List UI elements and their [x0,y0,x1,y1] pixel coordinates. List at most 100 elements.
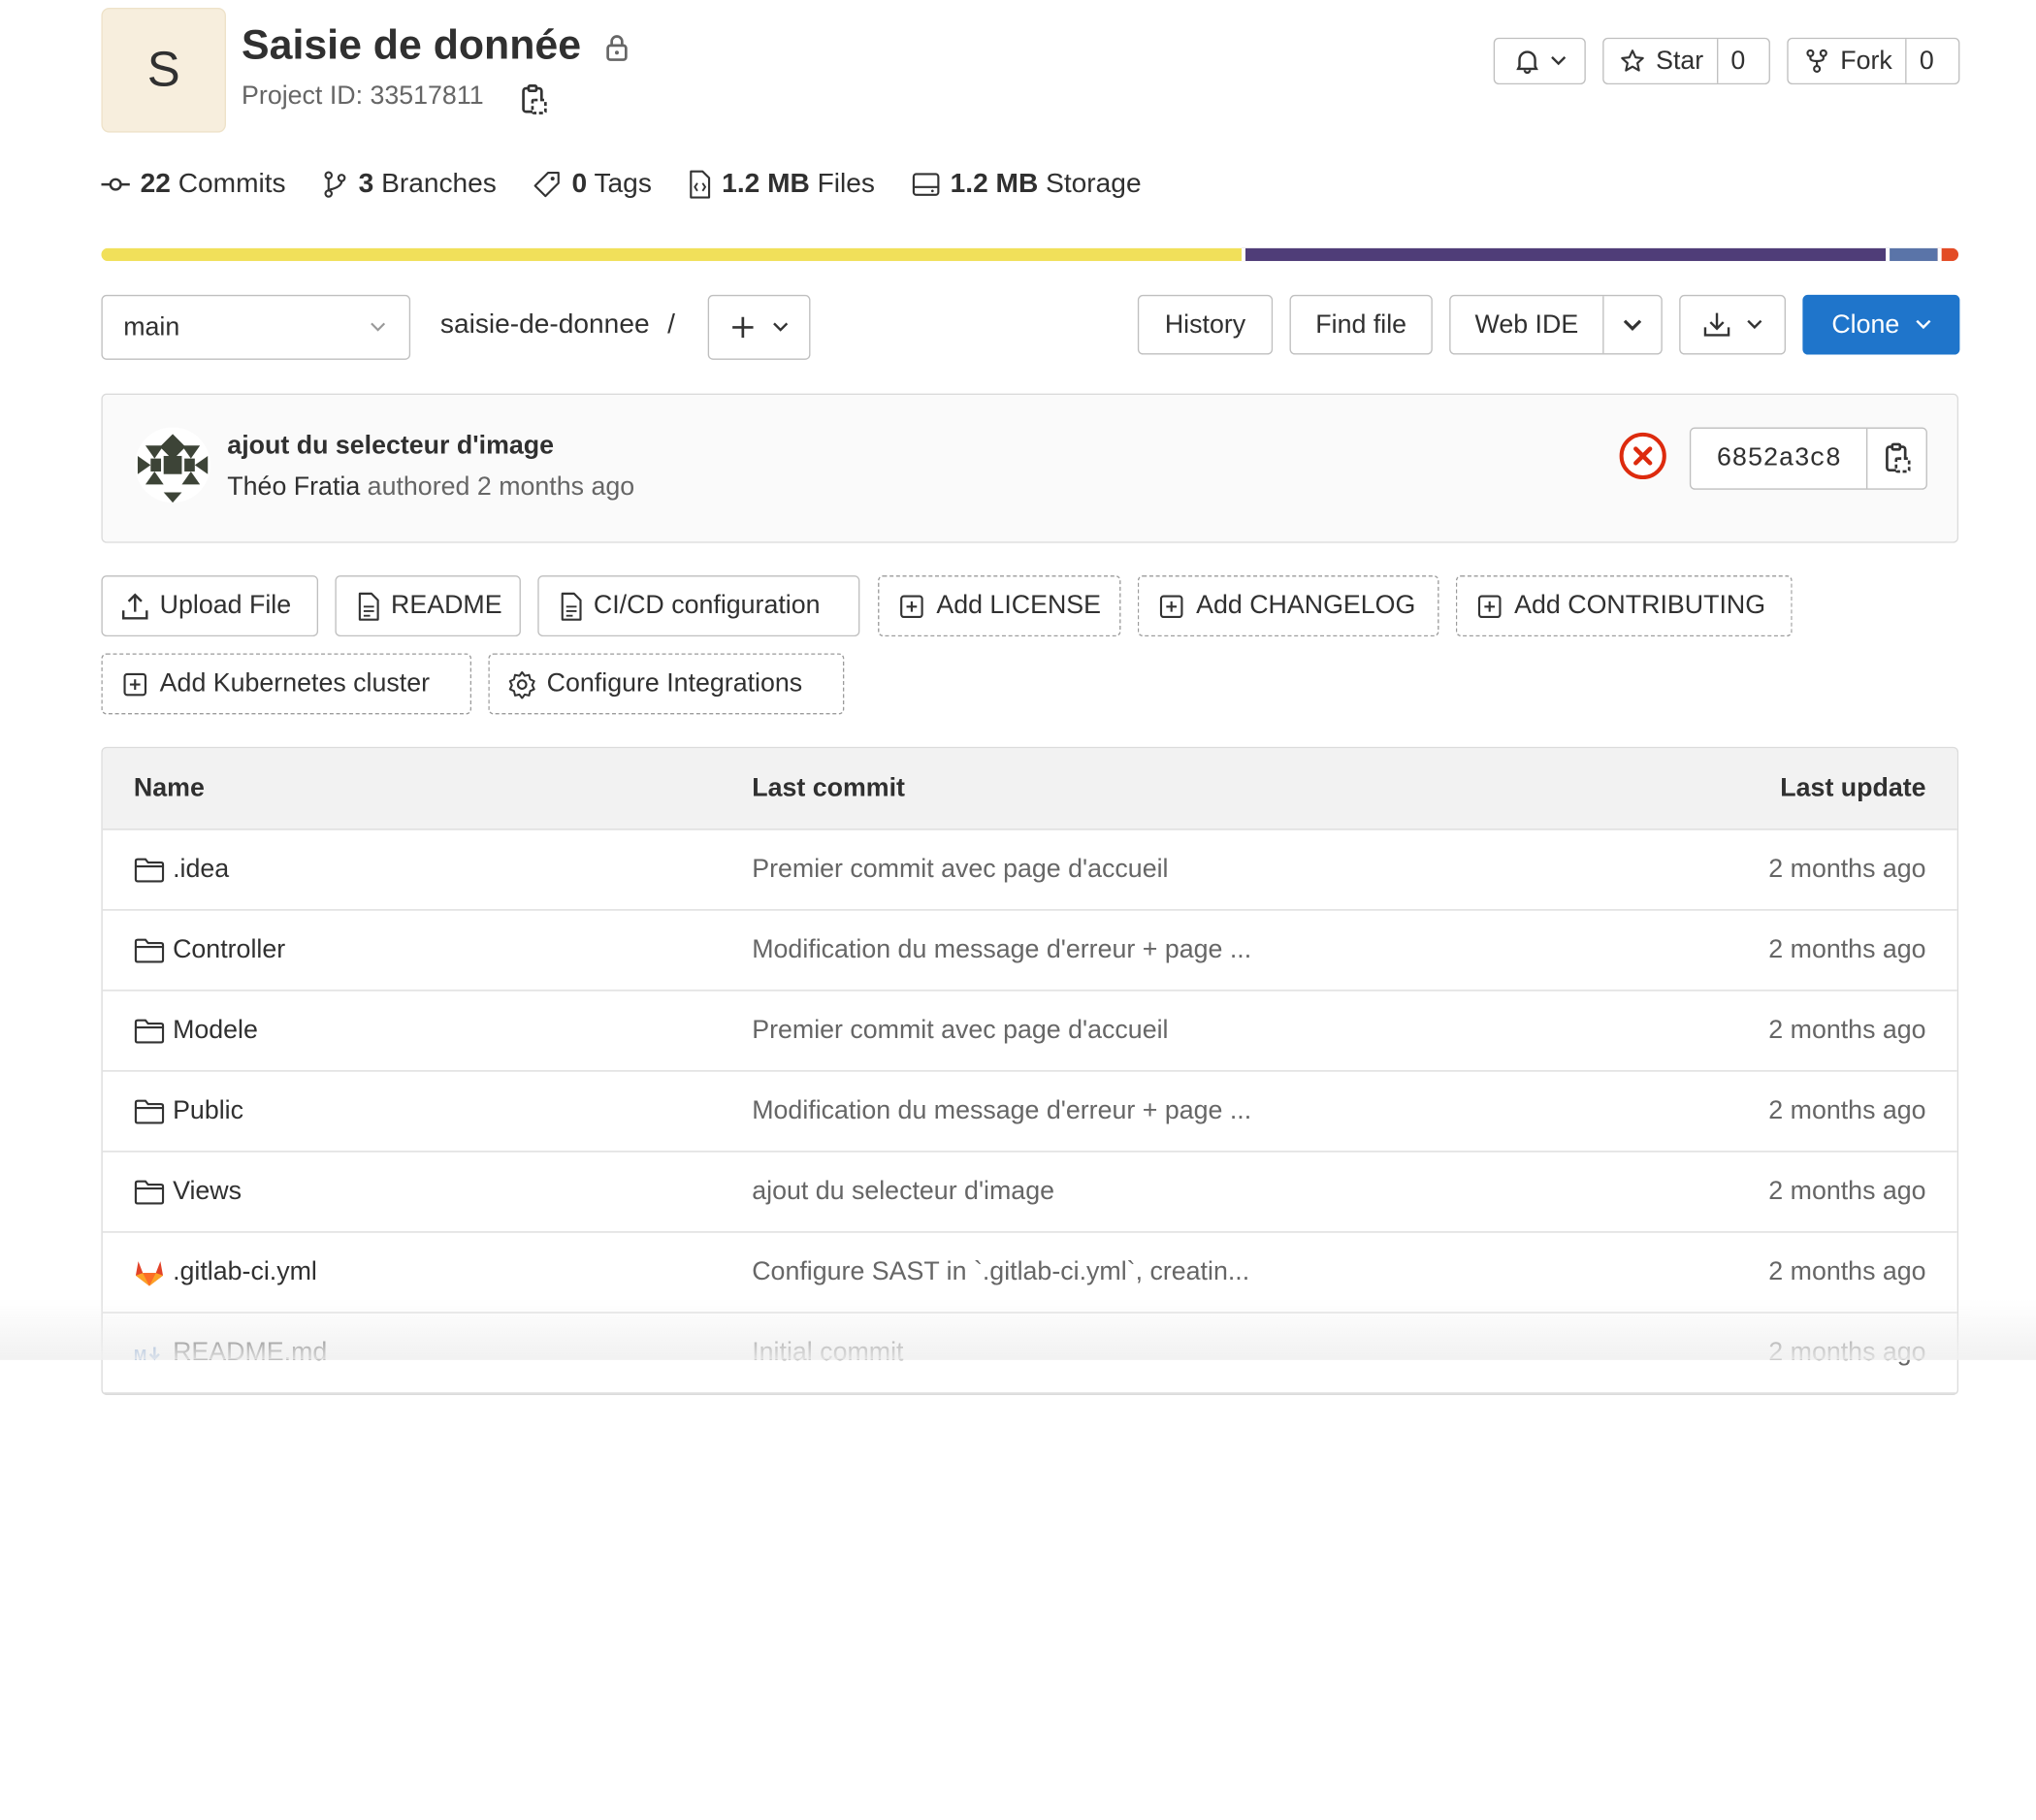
table-row[interactable]: Modele Premier commit avec page d'accueil… [102,991,1957,1072]
last-update-time: 2 months ago [1768,935,1926,964]
table-row[interactable]: Views ajout du selecteur d'image 2 months … [102,1153,1957,1233]
chevron-down-icon [772,322,788,333]
add-to-tree-dropdown[interactable] [707,294,811,360]
configure-integrations-button[interactable]: Configure Integrations [488,653,845,715]
breadcrumb-repo-link[interactable]: saisie-de-donnee [440,309,650,340]
last-commit-link[interactable]: Modification du message d'erreur + page … [752,911,1251,991]
file-name-cell[interactable]: Modele [134,991,258,1071]
project-stats: 22 Commits 3 Branches 0 Tags 1.2 MB File… [101,169,1142,200]
folder-icon [134,1018,165,1044]
add-changelog-button[interactable]: Add CHANGELOG [1137,575,1439,637]
last-commit-link[interactable]: Premier commit avec page d'accueil [752,830,1168,910]
star-button[interactable]: Star 0 [1602,37,1770,85]
commit-sha-group: 6852a3c8 [1689,427,1927,490]
file-name-cell[interactable]: .idea [134,830,229,910]
file-name-cell[interactable]: Controller [134,911,285,991]
gitlab-icon [134,1258,165,1286]
web-ide-button[interactable]: Web IDE [1451,296,1603,353]
last-update-time: 2 months ago [1768,854,1926,884]
clone-dropdown[interactable]: Clone [1802,294,1960,355]
branches-link[interactable]: 3 Branches [322,169,497,200]
language-segment[interactable] [1886,247,1938,262]
star-count[interactable]: 0 [1716,39,1759,83]
storage-link[interactable]: 1.2 MB Storage [911,169,1142,200]
file-name-link[interactable]: .idea [173,855,229,885]
find-file-button[interactable]: Find file [1289,294,1433,355]
last-commit-link[interactable]: ajout du selecteur d'image [752,1153,1054,1232]
project-avatar: S [101,8,226,133]
last-update-time: 2 months ago [1768,1177,1926,1206]
tags-link[interactable]: 0 Tags [533,169,652,200]
add-kubernetes-cluster-button[interactable]: Add Kubernetes cluster [101,653,472,715]
author-avatar[interactable] [135,427,210,504]
file-name-link[interactable]: .gitlab-ci.yml [173,1257,317,1287]
file-code-icon [688,170,711,199]
add-contributing-button[interactable]: Add CONTRIBUTING [1455,575,1793,637]
commit-icon [101,176,130,194]
folder-icon [134,1098,165,1124]
chevron-down-icon [1550,56,1566,67]
fork-icon [1804,49,1830,75]
language-segment[interactable] [101,247,1243,262]
file-name-link[interactable]: Views [173,1177,242,1207]
file-name-link[interactable]: Controller [173,935,285,965]
table-header: Name Last commit Last update [102,748,1957,830]
folder-icon [134,857,165,883]
commit-sha-link[interactable]: 6852a3c8 [1691,429,1866,489]
notification-dropdown[interactable] [1493,37,1586,85]
upload-file-button[interactable]: Upload File [101,575,319,637]
fork-count[interactable]: 0 [1905,39,1947,83]
file-name-cell[interactable]: Views [134,1153,242,1232]
project-id: Project ID: 33517811 [242,81,484,111]
cicd-configuration-button[interactable]: CI/CD configuration [537,575,860,637]
copy-project-id-icon[interactable] [520,83,548,117]
files-link[interactable]: 1.2 MB Files [688,169,875,200]
plus-icon [730,315,754,339]
commit-author-link[interactable]: Théo Fratia [227,472,360,501]
bell-icon [1513,49,1539,75]
fork-button[interactable]: Fork 0 [1787,37,1960,85]
plus-square-icon [900,594,923,618]
file-name-link[interactable]: Modele [173,1016,258,1046]
table-row[interactable]: Controller Modification du message d'erre… [102,911,1957,991]
chevron-down-icon [1915,319,1930,330]
add-license-button[interactable]: Add LICENSE [878,575,1121,637]
history-button[interactable]: History [1137,294,1274,355]
language-segment[interactable] [1242,247,1887,262]
last-commit-link[interactable]: Premier commit avec page d'accueil [752,991,1168,1071]
last-update-time: 2 months ago [1768,1096,1926,1125]
web-ide-split-button[interactable]: Web IDE [1449,294,1663,355]
commit-title-link[interactable]: ajout du selecteur d'image [227,432,554,462]
readme-button[interactable]: README [335,575,521,637]
download-dropdown[interactable] [1679,294,1786,355]
web-ide-dropdown-toggle[interactable] [1602,296,1661,354]
chevron-down-icon [1747,319,1762,330]
file-name-cell[interactable]: Public [134,1072,243,1152]
upload-icon [121,592,149,620]
copy-sha-button[interactable] [1865,428,1926,489]
file-tree-table: Name Last commit Last update .idea Premie… [101,746,1959,1395]
branch-icon [322,170,348,198]
plus-square-icon [1477,594,1502,618]
last-update-time: 2 months ago [1768,1016,1926,1045]
table-row[interactable]: Public Modification du message d'erreur +… [102,1072,1957,1153]
language-segment[interactable] [1937,247,1959,262]
branch-selector[interactable]: main [101,294,411,360]
commit-meta: Théo Fratia authored 2 months ago [227,472,635,502]
disk-icon [911,172,940,198]
plus-square-icon [1159,594,1183,618]
star-icon [1620,49,1646,75]
bottom-fade [0,1298,2036,1360]
project-title: Saisie de donnée [242,20,582,68]
download-icon [1702,311,1730,338]
pipeline-failed-icon[interactable] [1618,432,1667,481]
folder-icon [134,937,165,963]
tag-icon [533,170,561,198]
commits-link[interactable]: 22 Commits [101,169,286,200]
folder-icon [134,1179,165,1205]
table-row[interactable]: .idea Premier commit avec page d'accueil 2… [102,830,1957,911]
file-name-link[interactable]: Public [173,1096,243,1126]
last-commit-link[interactable]: Modification du message d'erreur + page … [752,1072,1251,1152]
plus-square-icon [123,672,147,696]
repository-language-bar[interactable] [101,247,1959,262]
